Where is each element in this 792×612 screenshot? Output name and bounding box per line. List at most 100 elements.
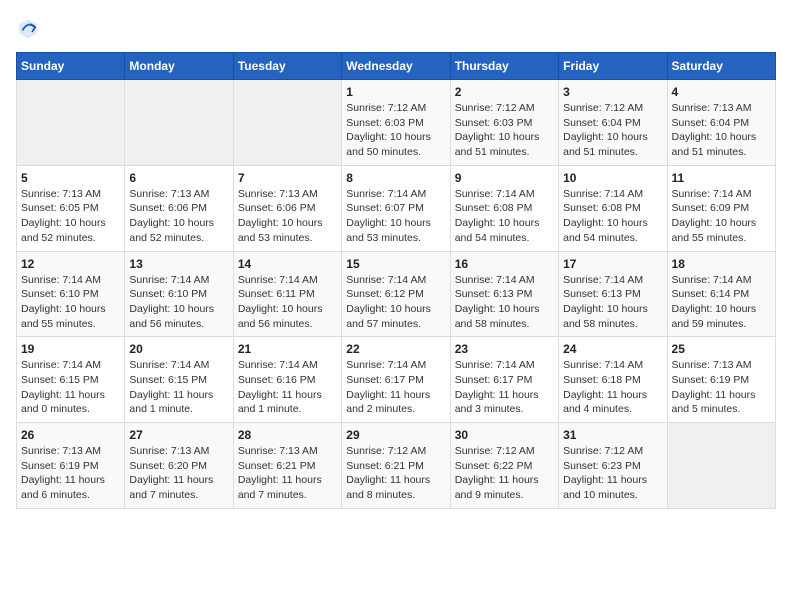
calendar-table: SundayMondayTuesdayWednesdayThursdayFrid… — [16, 52, 776, 509]
day-number: 9 — [455, 171, 554, 185]
calendar-cell: 22 Sunrise: 7:14 AM Sunset: 6:17 PM Dayli… — [342, 337, 450, 423]
day-info: Sunrise: 7:14 AM Sunset: 6:15 PM Dayligh… — [21, 358, 120, 417]
day-info: Sunrise: 7:13 AM Sunset: 6:19 PM Dayligh… — [672, 358, 771, 417]
day-number: 3 — [563, 85, 662, 99]
calendar-cell: 29 Sunrise: 7:12 AM Sunset: 6:21 PM Dayli… — [342, 423, 450, 509]
calendar-cell: 12 Sunrise: 7:14 AM Sunset: 6:10 PM Dayli… — [17, 251, 125, 337]
calendar-week-1: 1 Sunrise: 7:12 AM Sunset: 6:03 PM Daylig… — [17, 80, 776, 166]
calendar-week-4: 19Sunrise: 7:14 AM Sunset: 6:15 PM Dayli… — [17, 337, 776, 423]
calendar-cell: 13Sunrise: 7:14 AM Sunset: 6:10 PM Dayli… — [125, 251, 233, 337]
day-number: 23 — [455, 342, 554, 356]
day-info: Sunrise: 7:14 AM Sunset: 6:17 PM Dayligh… — [346, 358, 445, 417]
day-number: 14 — [238, 257, 337, 271]
day-number: 20 — [129, 342, 228, 356]
day-info: Sunrise: 7:13 AM Sunset: 6:21 PM Dayligh… — [238, 444, 337, 503]
day-info: Sunrise: 7:14 AM Sunset: 6:09 PM Dayligh… — [672, 187, 771, 246]
calendar-cell: 27Sunrise: 7:13 AM Sunset: 6:20 PM Dayli… — [125, 423, 233, 509]
day-number: 25 — [672, 342, 771, 356]
calendar-cell: 18 Sunrise: 7:14 AM Sunset: 6:14 PM Dayli… — [667, 251, 775, 337]
calendar-cell: 4 Sunrise: 7:13 AM Sunset: 6:04 PM Daylig… — [667, 80, 775, 166]
day-number: 5 — [21, 171, 120, 185]
day-info: Sunrise: 7:12 AM Sunset: 6:03 PM Dayligh… — [346, 101, 445, 160]
day-number: 8 — [346, 171, 445, 185]
page-header — [16, 16, 776, 40]
calendar-cell: 26 Sunrise: 7:13 AM Sunset: 6:19 PM Dayli… — [17, 423, 125, 509]
calendar-cell: 9Sunrise: 7:14 AM Sunset: 6:08 PM Daylig… — [450, 165, 558, 251]
day-info: Sunrise: 7:13 AM Sunset: 6:05 PM Dayligh… — [21, 187, 120, 246]
day-number: 30 — [455, 428, 554, 442]
day-info: Sunrise: 7:13 AM Sunset: 6:19 PM Dayligh… — [21, 444, 120, 503]
day-number: 15 — [346, 257, 445, 271]
calendar-cell: 20 Sunrise: 7:14 AM Sunset: 6:15 PM Dayli… — [125, 337, 233, 423]
calendar-week-2: 5 Sunrise: 7:13 AM Sunset: 6:05 PM Daylig… — [17, 165, 776, 251]
calendar-cell — [17, 80, 125, 166]
calendar-cell: 5 Sunrise: 7:13 AM Sunset: 6:05 PM Daylig… — [17, 165, 125, 251]
day-info: Sunrise: 7:14 AM Sunset: 6:12 PM Dayligh… — [346, 273, 445, 332]
calendar-cell — [233, 80, 341, 166]
day-number: 4 — [672, 85, 771, 99]
calendar-cell: 31 Sunrise: 7:12 AM Sunset: 6:23 PM Dayli… — [559, 423, 667, 509]
day-info: Sunrise: 7:14 AM Sunset: 6:14 PM Dayligh… — [672, 273, 771, 332]
calendar-cell: 19Sunrise: 7:14 AM Sunset: 6:15 PM Dayli… — [17, 337, 125, 423]
calendar-cell: 25 Sunrise: 7:13 AM Sunset: 6:19 PM Dayli… — [667, 337, 775, 423]
weekday-header-sunday: Sunday — [17, 53, 125, 80]
day-number: 28 — [238, 428, 337, 442]
day-info: Sunrise: 7:14 AM Sunset: 6:10 PM Dayligh… — [21, 273, 120, 332]
day-info: Sunrise: 7:12 AM Sunset: 6:03 PM Dayligh… — [455, 101, 554, 160]
day-info: Sunrise: 7:12 AM Sunset: 6:23 PM Dayligh… — [563, 444, 662, 503]
day-info: Sunrise: 7:14 AM Sunset: 6:18 PM Dayligh… — [563, 358, 662, 417]
calendar-cell: 10 Sunrise: 7:14 AM Sunset: 6:08 PM Dayli… — [559, 165, 667, 251]
day-info: Sunrise: 7:14 AM Sunset: 6:11 PM Dayligh… — [238, 273, 337, 332]
day-number: 1 — [346, 85, 445, 99]
day-number: 18 — [672, 257, 771, 271]
calendar-cell: 23 Sunrise: 7:14 AM Sunset: 6:17 PM Dayli… — [450, 337, 558, 423]
weekday-header-tuesday: Tuesday — [233, 53, 341, 80]
day-info: Sunrise: 7:14 AM Sunset: 6:15 PM Dayligh… — [129, 358, 228, 417]
calendar-cell: 2Sunrise: 7:12 AM Sunset: 6:03 PM Daylig… — [450, 80, 558, 166]
calendar-cell: 6Sunrise: 7:13 AM Sunset: 6:06 PM Daylig… — [125, 165, 233, 251]
day-number: 12 — [21, 257, 120, 271]
weekday-header-saturday: Saturday — [667, 53, 775, 80]
calendar-cell: 14 Sunrise: 7:14 AM Sunset: 6:11 PM Dayli… — [233, 251, 341, 337]
day-info: Sunrise: 7:12 AM Sunset: 6:22 PM Dayligh… — [455, 444, 554, 503]
calendar-cell: 11Sunrise: 7:14 AM Sunset: 6:09 PM Dayli… — [667, 165, 775, 251]
calendar-cell — [667, 423, 775, 509]
logo-icon — [16, 16, 40, 40]
calendar-cell: 8 Sunrise: 7:14 AM Sunset: 6:07 PM Daylig… — [342, 165, 450, 251]
weekday-header-thursday: Thursday — [450, 53, 558, 80]
calendar-week-3: 12 Sunrise: 7:14 AM Sunset: 6:10 PM Dayli… — [17, 251, 776, 337]
calendar-cell — [125, 80, 233, 166]
calendar-cell: 16 Sunrise: 7:14 AM Sunset: 6:13 PM Dayli… — [450, 251, 558, 337]
calendar-cell: 3Sunrise: 7:12 AM Sunset: 6:04 PM Daylig… — [559, 80, 667, 166]
day-info: Sunrise: 7:14 AM Sunset: 6:13 PM Dayligh… — [563, 273, 662, 332]
calendar-cell: 24 Sunrise: 7:14 AM Sunset: 6:18 PM Dayli… — [559, 337, 667, 423]
calendar-week-5: 26 Sunrise: 7:13 AM Sunset: 6:19 PM Dayli… — [17, 423, 776, 509]
calendar-cell: 1 Sunrise: 7:12 AM Sunset: 6:03 PM Daylig… — [342, 80, 450, 166]
day-number: 29 — [346, 428, 445, 442]
day-info: Sunrise: 7:14 AM Sunset: 6:16 PM Dayligh… — [238, 358, 337, 417]
day-number: 24 — [563, 342, 662, 356]
day-info: Sunrise: 7:13 AM Sunset: 6:06 PM Dayligh… — [238, 187, 337, 246]
day-number: 6 — [129, 171, 228, 185]
calendar-cell: 21 Sunrise: 7:14 AM Sunset: 6:16 PM Dayli… — [233, 337, 341, 423]
day-number: 27 — [129, 428, 228, 442]
day-info: Sunrise: 7:14 AM Sunset: 6:17 PM Dayligh… — [455, 358, 554, 417]
calendar-cell: 7 Sunrise: 7:13 AM Sunset: 6:06 PM Daylig… — [233, 165, 341, 251]
day-number: 26 — [21, 428, 120, 442]
day-number: 22 — [346, 342, 445, 356]
day-number: 7 — [238, 171, 337, 185]
day-number: 16 — [455, 257, 554, 271]
day-info: Sunrise: 7:14 AM Sunset: 6:08 PM Dayligh… — [563, 187, 662, 246]
day-info: Sunrise: 7:12 AM Sunset: 6:21 PM Dayligh… — [346, 444, 445, 503]
day-number: 10 — [563, 171, 662, 185]
day-info: Sunrise: 7:14 AM Sunset: 6:07 PM Dayligh… — [346, 187, 445, 246]
calendar-cell: 30 Sunrise: 7:12 AM Sunset: 6:22 PM Dayli… — [450, 423, 558, 509]
day-info: Sunrise: 7:14 AM Sunset: 6:13 PM Dayligh… — [455, 273, 554, 332]
day-number: 31 — [563, 428, 662, 442]
day-number: 21 — [238, 342, 337, 356]
weekday-header-wednesday: Wednesday — [342, 53, 450, 80]
day-number: 13 — [129, 257, 228, 271]
weekday-header-monday: Monday — [125, 53, 233, 80]
day-info: Sunrise: 7:13 AM Sunset: 6:04 PM Dayligh… — [672, 101, 771, 160]
calendar-cell: 17Sunrise: 7:14 AM Sunset: 6:13 PM Dayli… — [559, 251, 667, 337]
